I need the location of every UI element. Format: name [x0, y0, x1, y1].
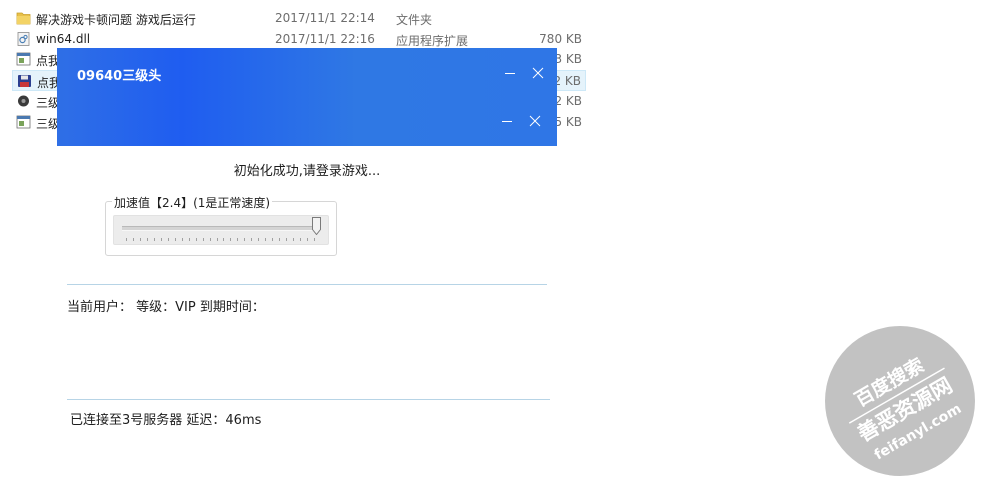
- divider: [67, 399, 550, 400]
- slider-tick: [188, 238, 190, 241]
- window-file-icon: [16, 52, 31, 66]
- slider-tick: [314, 238, 315, 241]
- slider-tick: [265, 238, 267, 241]
- file-size: 5 KB: [554, 115, 582, 129]
- app-title: 09640三级头: [77, 69, 162, 84]
- slider-tick: [258, 238, 260, 241]
- file-type: 文件夹: [396, 13, 433, 27]
- file-size: 2 KB: [553, 74, 581, 88]
- slider-tick: [251, 238, 253, 241]
- speed-label: 加速值【2.4】(1是正常速度): [112, 194, 273, 211]
- slider-tick: [230, 238, 232, 241]
- file-size: 780 KB: [539, 32, 582, 46]
- dll-file-icon: [17, 32, 30, 46]
- folder-icon: [16, 12, 31, 25]
- title-bar[interactable]: 09640三级头: [57, 48, 557, 146]
- minimize-icon: [502, 121, 512, 122]
- slider-tick: [209, 238, 211, 241]
- slider-tick: [126, 238, 127, 241]
- file-size: 3 KB: [554, 52, 582, 66]
- minimize-button-secondary[interactable]: [496, 111, 518, 131]
- speed-group: 加速值【2.4】(1是正常速度): [105, 194, 337, 256]
- file-date: 2017/11/1 22:14: [275, 11, 375, 25]
- file-date: 2017/11/1 22:16: [275, 32, 375, 46]
- slider-tick: [272, 238, 274, 241]
- slider-tick: [202, 238, 204, 241]
- slider-tick: [244, 238, 246, 241]
- slider-tick: [216, 238, 218, 241]
- speed-slider[interactable]: [113, 215, 329, 245]
- slider-tick: [307, 238, 309, 241]
- watermark-seal: 百度搜索 善恶资源网 feifanyl.com: [825, 326, 975, 476]
- user-info: 当前用户： 等级：VIP 到期时间：: [67, 300, 265, 315]
- slider-tick: [174, 238, 176, 241]
- slider-tick: [195, 238, 197, 241]
- slider-tick: [286, 238, 288, 241]
- connection-status: 已连接至3号服务器 延迟：46ms: [70, 413, 262, 428]
- file-row[interactable]: 解决游戏卡顿问题 游戏后运行 2017/11/1 22:14 文件夹: [12, 8, 586, 29]
- gear-file-icon: [18, 95, 29, 107]
- slider-tick: [237, 238, 239, 241]
- slider-tick: [160, 238, 162, 241]
- slider-tick: [300, 238, 302, 241]
- minimize-button[interactable]: [499, 63, 521, 83]
- file-name: 解决游戏卡顿问题 游戏后运行: [36, 13, 196, 27]
- slider-tick: [181, 238, 183, 241]
- slider-ticks: [126, 238, 315, 242]
- close-icon: [529, 115, 541, 127]
- file-size: 2 KB: [554, 94, 582, 108]
- slider-track[interactable]: [122, 226, 320, 231]
- watermark-logo: 百度搜索 善恶资源网 feifanyl.com: [848, 353, 964, 464]
- close-button-secondary[interactable]: [524, 111, 546, 131]
- minimize-icon: [505, 73, 515, 74]
- file-row[interactable]: win64.dll 2017/11/1 22:16 应用程序扩展 780 KB: [12, 29, 586, 50]
- divider: [67, 284, 547, 285]
- status-message: 初始化成功,请登录游戏...: [233, 164, 381, 179]
- floppy-save-icon: [18, 75, 31, 87]
- slider-tick: [279, 238, 281, 241]
- file-type: 应用程序扩展: [396, 34, 469, 48]
- slider-tick: [293, 238, 295, 241]
- close-button[interactable]: [527, 63, 549, 83]
- slider-tick: [139, 238, 141, 241]
- slider-tick: [153, 238, 155, 241]
- file-name: win64.dll: [36, 32, 91, 46]
- app-window: 09640三级头 初始化成功,请登录游戏... 加速值【2.4】(1是正常速度)…: [57, 48, 557, 429]
- close-icon: [532, 67, 544, 79]
- slider-tick: [223, 238, 225, 241]
- window-file-icon: [16, 115, 31, 129]
- slider-tick: [167, 238, 169, 241]
- slider-tick: [132, 238, 134, 241]
- slider-tick: [146, 238, 148, 241]
- slider-thumb[interactable]: [311, 217, 321, 235]
